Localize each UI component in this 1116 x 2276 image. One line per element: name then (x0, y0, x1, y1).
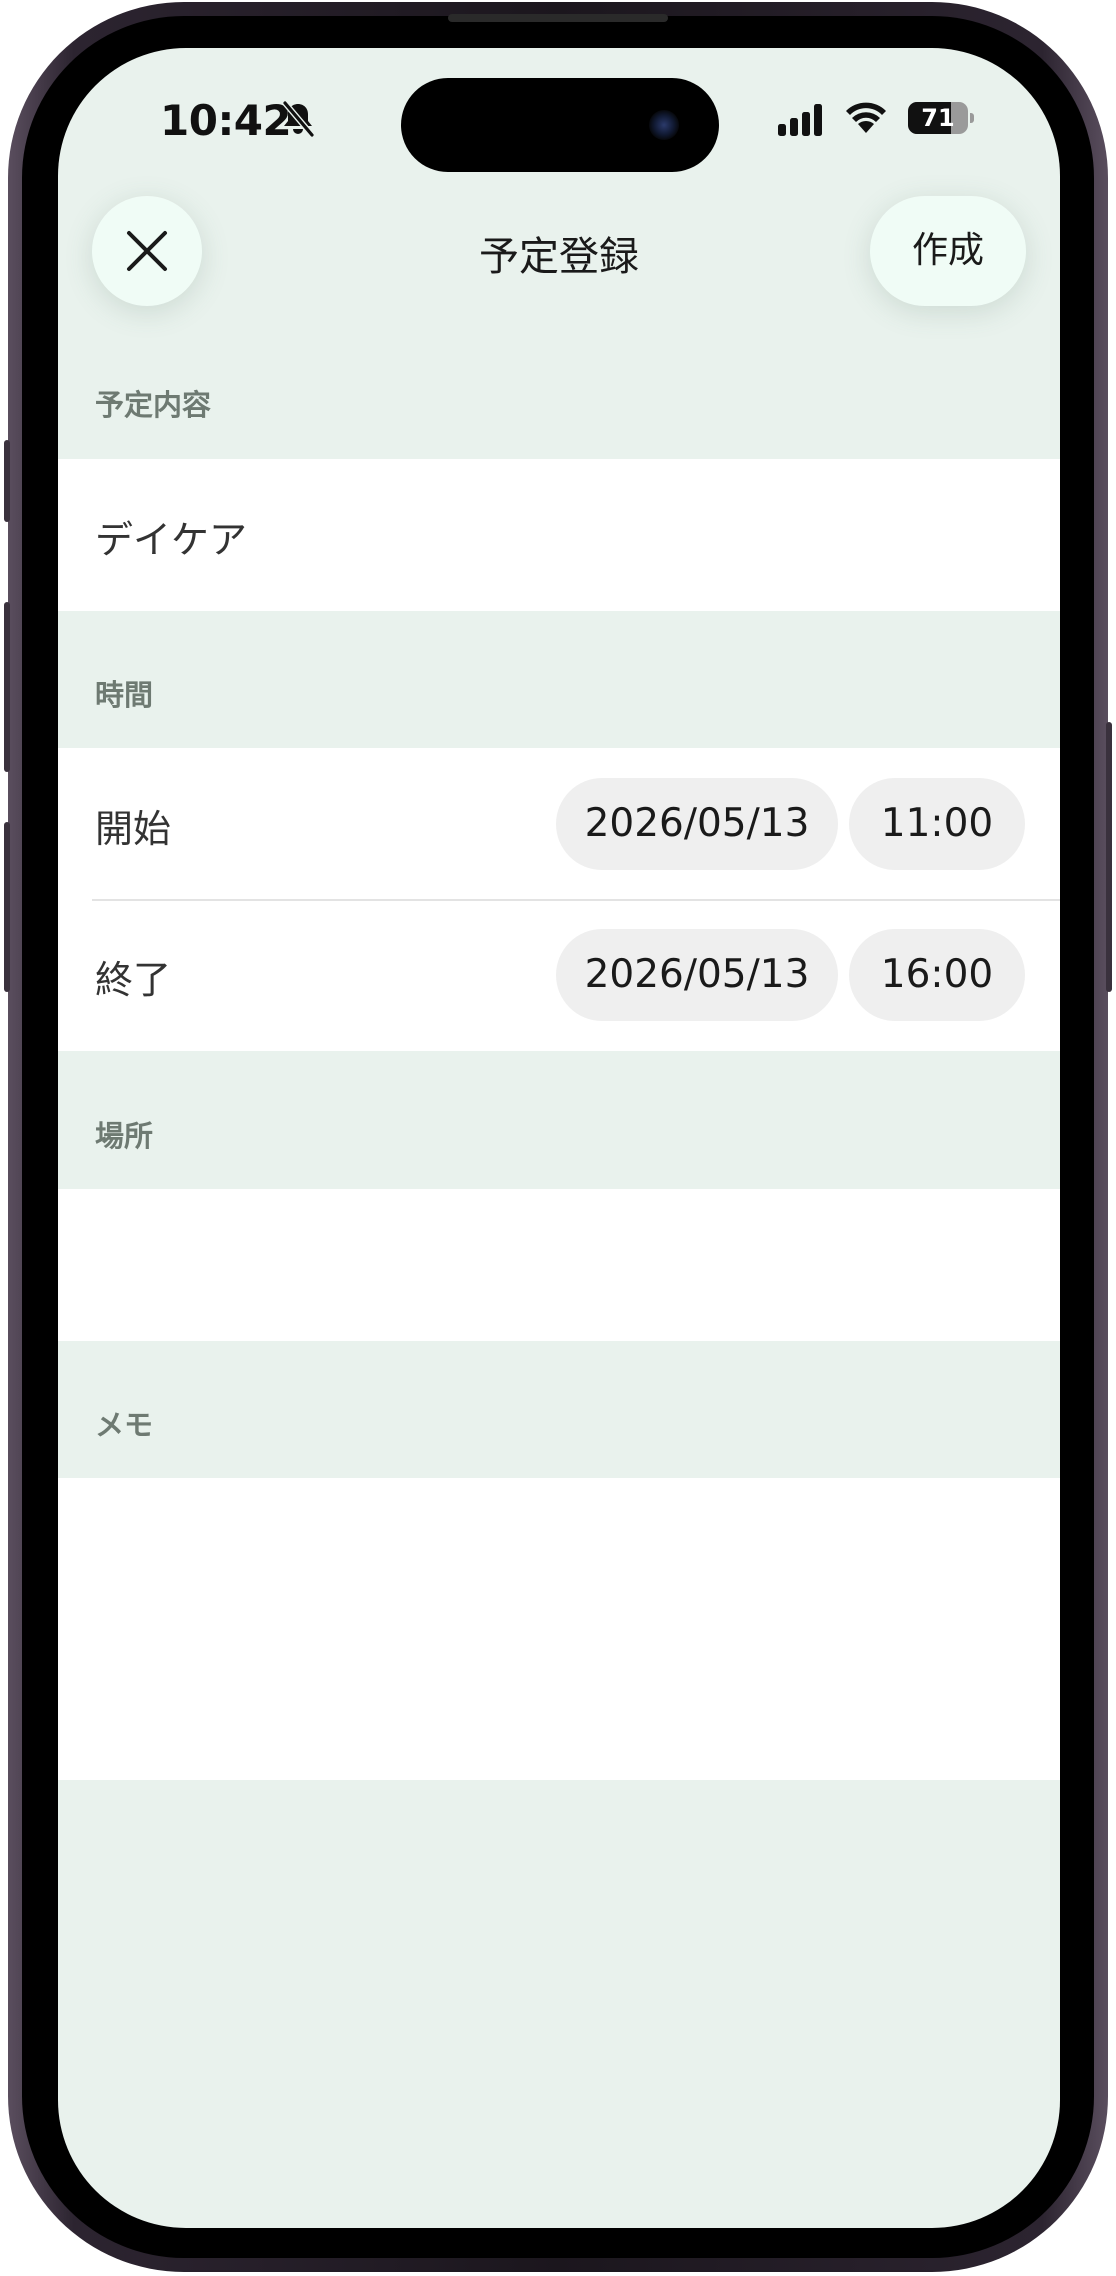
section-header-place: 場所 (95, 1119, 154, 1153)
dynamic-island (401, 78, 719, 172)
battery-body: 71 (908, 102, 968, 134)
speaker-grille (448, 14, 668, 22)
status-time: 10:42 (160, 96, 292, 145)
place-field[interactable] (58, 1189, 1060, 1341)
start-label: 開始 (95, 807, 172, 851)
end-label: 終了 (95, 958, 172, 1002)
start-time-chip[interactable]: 11:00 (849, 778, 1025, 870)
section-header-content: 予定内容 (95, 388, 212, 422)
battery-icon: 71 (908, 102, 974, 134)
time-block: 開始 2026/05/13 11:00 終了 2026/05/13 16:00 (58, 748, 1060, 1051)
battery-nub (970, 113, 974, 123)
screen: 10:42 71 予定登録 作成 予定内容 デイケア 時間 開始 2026/05… (58, 48, 1060, 2228)
battery-level: 71 (921, 104, 955, 132)
section-header-time: 時間 (95, 678, 154, 712)
camera-lens (649, 110, 679, 140)
power-button (1106, 722, 1112, 992)
content-field[interactable]: デイケア (58, 459, 1060, 611)
memo-field[interactable] (58, 1478, 1060, 1780)
action-button (4, 440, 10, 522)
content-value: デイケア (95, 518, 248, 562)
start-date-chip[interactable]: 2026/05/13 (556, 778, 838, 870)
end-date-chip[interactable]: 2026/05/13 (556, 929, 838, 1021)
row-divider (92, 899, 1060, 901)
create-button[interactable]: 作成 (870, 196, 1026, 306)
signal-icon (778, 104, 822, 136)
volume-down-button (4, 822, 10, 992)
bell-off-icon (282, 101, 315, 137)
section-header-memo: メモ (95, 1408, 154, 1442)
end-time-chip[interactable]: 16:00 (849, 929, 1025, 1021)
volume-up-button (4, 602, 10, 772)
wifi-icon (846, 102, 886, 133)
